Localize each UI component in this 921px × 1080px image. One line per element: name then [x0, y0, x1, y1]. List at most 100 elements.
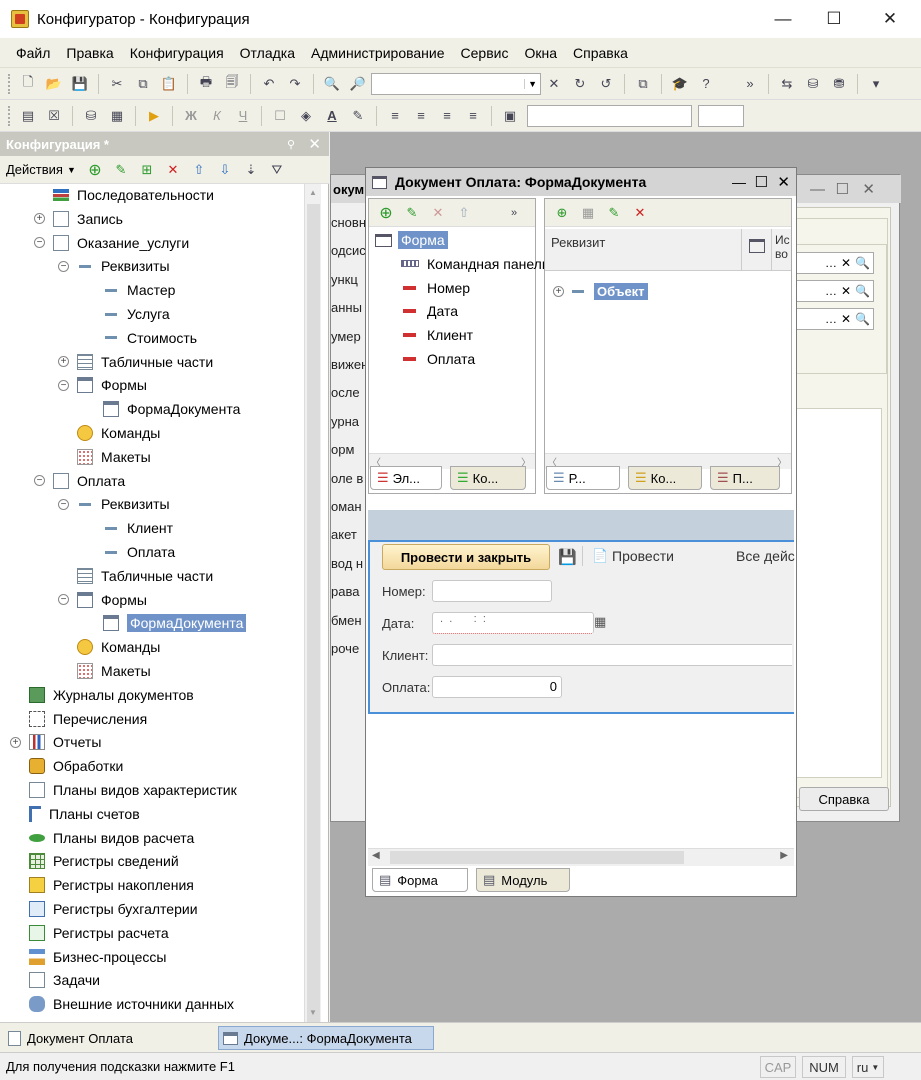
- maximize-icon[interactable]: ☐: [755, 173, 768, 191]
- tree-item[interactable]: − Оплата: [34, 470, 125, 492]
- tree-item[interactable]: Мастер: [84, 279, 175, 301]
- expand-icon[interactable]: +: [553, 285, 564, 297]
- search-icon[interactable]: 🔍: [855, 284, 870, 298]
- collapse-icon[interactable]: −: [34, 237, 45, 249]
- back-list-item[interactable]: анны: [331, 296, 367, 320]
- collapse-icon[interactable]: −: [58, 594, 69, 606]
- move-up-icon[interactable]: ⇧: [453, 202, 475, 224]
- underline-icon[interactable]: Ч: [232, 105, 254, 127]
- back-list-item[interactable]: одсис: [331, 239, 367, 263]
- add-attribute-icon[interactable]: ⊕: [551, 202, 573, 224]
- add-icon[interactable]: ⊕: [375, 202, 397, 224]
- font-combo[interactable]: [527, 104, 692, 127]
- tree-item[interactable]: Перечисления: [10, 708, 147, 730]
- maximize-button[interactable]: ☐: [807, 0, 861, 38]
- edit-icon[interactable]: ✎: [603, 202, 625, 224]
- menu-windows[interactable]: Окна: [516, 45, 565, 61]
- scroll-thumb[interactable]: [307, 204, 320, 1024]
- find-in-file-icon[interactable]: 🔍: [321, 73, 343, 95]
- post-button[interactable]: Провести: [612, 548, 674, 564]
- expand-icon[interactable]: +: [58, 356, 69, 368]
- use-column-icon[interactable]: [749, 239, 765, 253]
- find-next-icon[interactable]: ↻: [569, 73, 591, 95]
- move-down-icon[interactable]: ⇩: [214, 159, 236, 181]
- preview-icon[interactable]: 🗐: [221, 73, 243, 95]
- filter-icon[interactable]: ⛛: [266, 159, 288, 181]
- align-justify-icon[interactable]: ≡: [462, 105, 484, 127]
- tab-form[interactable]: ▤ Форма: [372, 868, 468, 892]
- back-list-item[interactable]: рава: [331, 580, 367, 604]
- back-list-item[interactable]: ункц: [331, 268, 367, 292]
- tree-item[interactable]: − Реквизиты: [58, 493, 170, 515]
- config-db-icon[interactable]: ⛁: [80, 105, 102, 127]
- tree-item[interactable]: Услуга: [84, 303, 170, 325]
- close-icon[interactable]: ✕: [862, 180, 875, 198]
- back-list-item[interactable]: орм: [331, 438, 367, 462]
- edit-icon[interactable]: ✎: [401, 202, 423, 224]
- bold-icon[interactable]: Ж: [180, 105, 202, 127]
- align-right-icon[interactable]: ≡: [436, 105, 458, 127]
- tab-commands[interactable]: ☰ Ко...: [450, 466, 526, 490]
- delete-icon[interactable]: ✕: [629, 202, 651, 224]
- paste-icon[interactable]: 📋: [158, 73, 180, 95]
- toolbar-grip[interactable]: [8, 73, 11, 94]
- attribute-column-header[interactable]: Реквизит: [551, 235, 605, 250]
- taskbar-item-document[interactable]: Документ Оплата: [4, 1026, 214, 1050]
- form-element-item[interactable]: Клиент: [401, 324, 473, 346]
- copy-icon[interactable]: ⧉: [132, 73, 154, 95]
- chevron-down-icon[interactable]: ▼: [524, 78, 540, 89]
- minimize-button[interactable]: —: [756, 0, 810, 38]
- clear-icon[interactable]: ✕: [841, 256, 851, 270]
- back-list-item[interactable]: бмен: [331, 609, 367, 633]
- tree-item[interactable]: − Оказание_услуги: [34, 232, 189, 254]
- client-field[interactable]: [432, 644, 792, 666]
- payment-field[interactable]: 0: [432, 676, 562, 698]
- help-guide-icon[interactable]: 🎓: [669, 73, 691, 95]
- compare-icon[interactable]: ⇆: [776, 73, 798, 95]
- tree-item[interactable]: Регистры сведений: [10, 850, 179, 872]
- tree-item[interactable]: Клиент: [84, 517, 173, 539]
- collapse-icon[interactable]: −: [34, 475, 45, 487]
- menu-administration[interactable]: Администрирование: [303, 45, 453, 61]
- move-up-icon[interactable]: ⇧: [188, 159, 210, 181]
- add-column-icon[interactable]: ▦: [577, 202, 599, 224]
- preview-hscroll[interactable]: ◀ ▶: [368, 848, 794, 866]
- scroll-down-icon[interactable]: ▼: [305, 1004, 321, 1022]
- menu-help[interactable]: Справка: [565, 45, 636, 61]
- collapse-icon[interactable]: −: [58, 498, 69, 510]
- select-button[interactable]: …: [825, 312, 837, 326]
- more-icon[interactable]: »: [503, 202, 525, 224]
- usage-column-header[interactable]: Ис во: [775, 233, 790, 261]
- db-update-icon[interactable]: ⛁: [802, 73, 824, 95]
- date-field[interactable]: . . : :: [432, 612, 594, 634]
- search-icon[interactable]: 🔍: [855, 312, 870, 326]
- clear-icon[interactable]: ✕: [841, 312, 851, 326]
- menu-edit[interactable]: Правка: [58, 45, 121, 61]
- tree-item[interactable]: Задачи: [10, 969, 100, 991]
- attribute-object[interactable]: Объект: [594, 282, 648, 300]
- select-button[interactable]: …: [825, 284, 837, 298]
- menu-service[interactable]: Сервис: [453, 45, 517, 61]
- form-element-item[interactable]: Оплата: [401, 348, 475, 370]
- tree-item[interactable]: − Формы: [58, 374, 147, 396]
- tree-item[interactable]: Макеты: [58, 660, 151, 682]
- tree-item[interactable]: Макеты: [58, 446, 151, 468]
- tree-item[interactable]: ФормаДокумента: [84, 612, 247, 634]
- menu-file[interactable]: Файл: [8, 45, 58, 61]
- collapse-icon[interactable]: −: [58, 379, 69, 391]
- cut-icon[interactable]: ✂: [106, 73, 128, 95]
- back-list-item[interactable]: осле: [331, 381, 367, 405]
- maximize-icon[interactable]: ☐: [836, 180, 849, 198]
- align-left-icon[interactable]: ≡: [384, 105, 406, 127]
- scroll-right-icon[interactable]: ▶: [780, 850, 788, 861]
- tab-module[interactable]: ▤ Модуль: [476, 868, 570, 892]
- language-indicator[interactable]: ru ▼: [852, 1056, 884, 1078]
- panel-close-icon[interactable]: ✕: [308, 135, 321, 153]
- save-icon[interactable]: 💾: [69, 73, 91, 95]
- text-color-icon[interactable]: A: [321, 105, 343, 127]
- back-list-item[interactable]: умер: [331, 325, 367, 349]
- back-list-item[interactable]: акет: [331, 523, 367, 547]
- form-element-item[interactable]: Номер: [401, 277, 470, 299]
- form-element-item[interactable]: Командная панель: [401, 253, 549, 275]
- tree-item[interactable]: − Реквизиты: [58, 255, 170, 277]
